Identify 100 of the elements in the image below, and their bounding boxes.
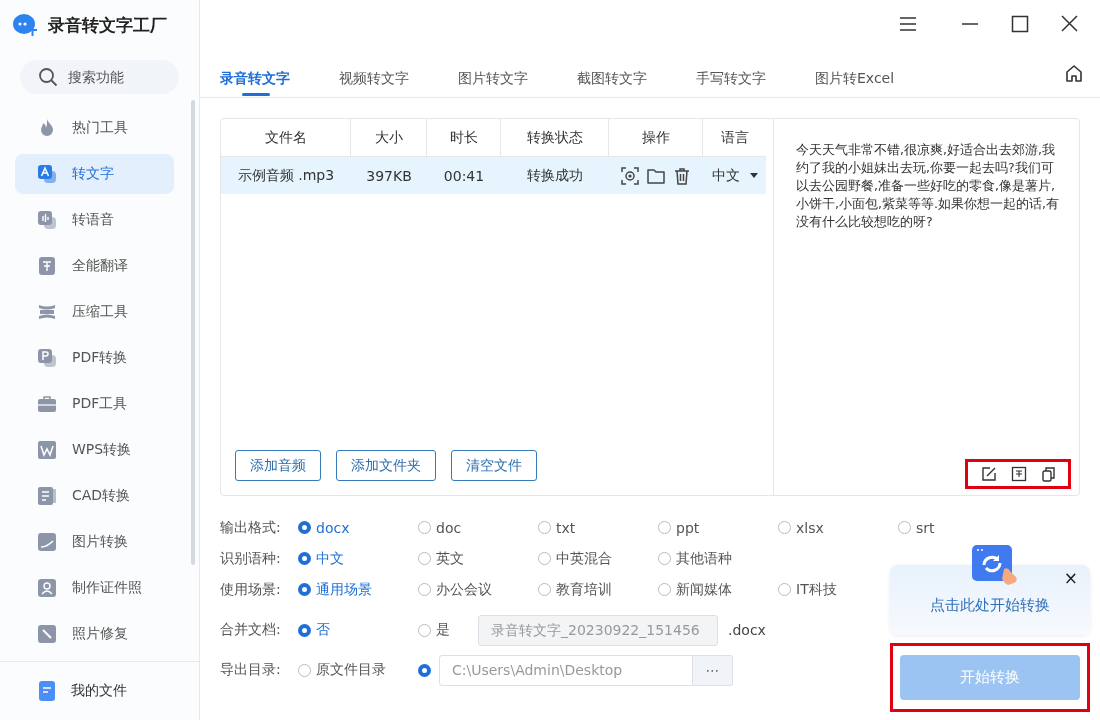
radio-button[interactable] [418,521,431,534]
radio-option[interactable]: 是 [418,621,450,639]
menu-icon[interactable] [898,15,918,33]
sidebar-item[interactable]: PDF转换 [15,338,174,378]
search-field[interactable]: 搜索功能 [68,60,179,94]
sidebar-item[interactable]: 压缩工具 [15,292,174,332]
option-label: 新闻媒体 [676,580,732,599]
radio-button[interactable] [778,583,791,596]
sidebar-item[interactable]: 全能翻译 [15,246,174,286]
option-label: 识别语种: [220,549,282,568]
sidebar-item[interactable]: 制作证件照 [15,568,174,608]
maximize-icon[interactable] [1010,15,1030,33]
radio-button[interactable] [418,623,431,637]
sidebar-item[interactable]: CAD转换 [15,476,174,516]
close-button[interactable]: × [1059,568,1082,588]
sidebar-item[interactable]: WPS转换 [15,430,174,470]
option-label: 其他语种 [676,549,732,568]
browse-button[interactable]: ⋯ [693,654,733,686]
option-label: srt [916,519,935,536]
radio-button[interactable] [298,552,311,565]
option-label: 原文件目录 [316,661,386,679]
radio-option[interactable]: IT科技 [778,580,837,599]
sidebar-item[interactable]: 热门工具 [15,108,174,148]
radio-option[interactable]: 新闻媒体 [658,580,732,599]
option-label: 是 [436,621,450,639]
radio-option[interactable]: 原文件目录 [298,661,386,679]
option-label: IT科技 [796,580,837,599]
close-icon[interactable] [1060,15,1080,33]
option-label: docx [316,519,350,536]
option-label: 办公会议 [436,580,492,599]
letter-p-icon [37,348,57,368]
sidebar-item[interactable]: 照片修复 [15,614,174,654]
search-field[interactable]: 搜索功能 [20,60,179,94]
column-header: 文件名 [221,119,351,156]
tab[interactable]: 图片转文字 [458,47,577,98]
option-label: ppt [676,519,700,536]
sidebar-item[interactable]: PDF工具 [15,384,174,424]
sidebar-item[interactable]: 转文字 [15,154,174,194]
radio-option[interactable]: 教育培训 [538,580,612,599]
table-cell-text: 397KB [365,167,413,184]
radio-button[interactable] [418,583,431,596]
radio-option[interactable]: 英文 [418,549,464,568]
radio-option[interactable]: 中英混合 [538,549,612,568]
radio-option[interactable]: 通用场景 [298,580,372,599]
option-label: txt [556,519,576,536]
column-header: 大小 [351,119,427,156]
radio-option[interactable]: xlsx [778,519,824,536]
radio-button[interactable] [298,623,311,637]
radio-button[interactable] [898,521,911,534]
briefcase-icon [37,394,57,414]
trash-icon[interactable] [672,165,692,186]
voice-icon [37,210,57,230]
tab[interactable]: 截图转文字 [577,47,696,98]
compress-icon [37,302,57,322]
sidebar-item[interactable]: 我的文件 [0,661,199,720]
language-dropdown[interactable]: 中文 [703,166,766,185]
radio-option[interactable]: doc [418,519,462,536]
translate-icon[interactable] [1011,466,1027,482]
radio-option[interactable]: 办公会议 [418,580,492,599]
table-row[interactable]: 示例音频 .mp3 397KB 00:41 转换成功 中文 [221,157,766,194]
column-header: 时长 [427,119,501,156]
radio-button[interactable] [658,552,671,565]
add-button[interactable]: 添加文件夹 [336,450,436,481]
radio-option[interactable]: srt [898,519,935,536]
option-label: 英文 [436,549,464,568]
sidebar-item[interactable]: 转语音 [15,200,174,240]
option-label: doc [436,519,462,536]
radio-button[interactable] [778,521,791,534]
tab[interactable]: 视频转文字 [339,47,458,98]
image-icon [37,532,57,552]
chat-bubble-logo-icon [12,13,38,37]
add-button[interactable]: 添加音频 [235,450,321,481]
home-icon[interactable] [1064,62,1084,83]
radio-button[interactable] [658,583,671,596]
radio-option[interactable]: 中文 [298,549,344,568]
radio-option[interactable]: txt [538,519,576,536]
radio-button[interactable] [418,552,431,565]
radio-button[interactable] [538,521,551,534]
radio-option[interactable]: ppt [658,519,700,536]
radio-button[interactable] [538,552,551,565]
edit-icon[interactable] [981,466,997,482]
search-icon [38,67,58,87]
tab[interactable]: 手写转文字 [696,47,815,98]
radio-button[interactable] [658,521,671,534]
column-header: 语言 [719,128,750,147]
tab[interactable]: 录音转文字 [220,47,339,98]
add-button[interactable]: 清空文件 [451,450,537,481]
radio-button[interactable] [298,521,311,534]
copy-icon[interactable] [1041,466,1057,482]
app-title: 录音转文字工厂 [48,13,167,37]
radio-option[interactable]: docx [298,519,350,536]
radio-option[interactable]: 否 [298,621,330,639]
tab[interactable]: 图片转Excel [815,47,934,98]
target-icon[interactable] [620,165,640,186]
radio-button[interactable] [418,663,431,677]
radio-button[interactable] [298,583,311,596]
radio-option[interactable]: 其他语种 [658,549,732,568]
radio-button[interactable] [298,663,311,677]
sidebar-item[interactable]: 图片转换 [15,522,174,562]
radio-button[interactable] [538,583,551,596]
